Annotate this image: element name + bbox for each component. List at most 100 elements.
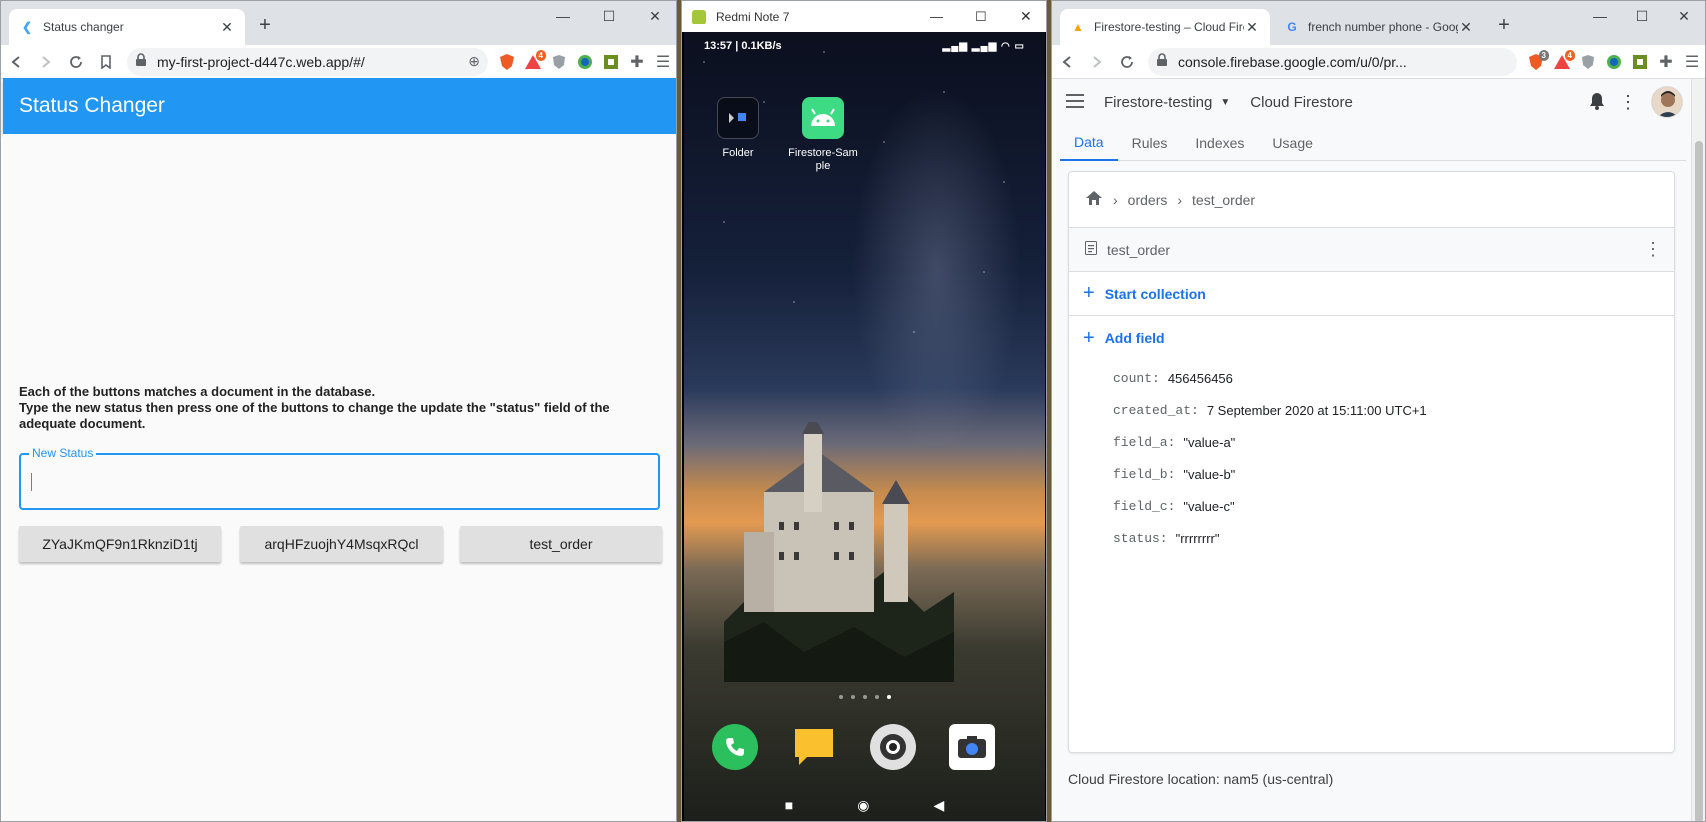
tab-indexes[interactable]: Indexes: [1181, 125, 1258, 161]
new-tab-button[interactable]: +: [253, 13, 277, 37]
brave-rewards-icon[interactable]: 4: [520, 49, 546, 75]
back-icon[interactable]: [1052, 47, 1082, 77]
forward-icon[interactable]: [31, 47, 61, 77]
firestore-data-panel: › orders › test_order test_order ⋮ + Sta…: [1068, 171, 1675, 753]
menu-icon[interactable]: ☰: [650, 49, 676, 75]
notes-icon[interactable]: [791, 724, 837, 770]
brave-rewards-icon[interactable]: 4: [1549, 49, 1575, 75]
doc-button-arqHFzuojhY4MsqxRQcl[interactable]: arqHFzuojhY4MsqxRQcl: [240, 526, 443, 562]
document-fields: count: 456456456 created_at: 7 September 2…: [1069, 360, 1674, 554]
puzzle-extensions-icon[interactable]: ✚: [1653, 49, 1679, 75]
minimize-button[interactable]: —: [1586, 5, 1614, 27]
brave-shield-icon[interactable]: [494, 49, 520, 75]
privacy-shield-extension-icon[interactable]: [1575, 49, 1601, 75]
forward-icon[interactable]: [1082, 47, 1112, 77]
page-dot: [850, 695, 855, 699]
rewards-badge: 4: [1564, 49, 1575, 61]
field-key: status:: [1113, 530, 1168, 546]
minimize-button[interactable]: —: [930, 9, 943, 24]
phone-icon[interactable]: [712, 724, 758, 770]
tab-status-changer[interactable]: ❮ Status changer ✕: [9, 9, 245, 45]
zoom-icon[interactable]: ⊕: [468, 53, 480, 70]
folder-app-icon[interactable]: Folder: [693, 97, 783, 159]
doc-button-ZYaJKmQF9n1RknziD1tj[interactable]: ZYaJKmQF9n1RknziD1tj: [19, 526, 221, 562]
close-tab-icon[interactable]: ✕: [219, 19, 235, 35]
privacy-shield-extension-icon[interactable]: [546, 49, 572, 75]
new-status-input[interactable]: [29, 465, 649, 497]
globe-extension-icon[interactable]: [572, 49, 598, 75]
menu-icon[interactable]: ☰: [1679, 49, 1705, 75]
back-icon[interactable]: [1, 47, 31, 77]
tab-rules[interactable]: Rules: [1118, 125, 1182, 161]
field-row-created-at[interactable]: created_at: 7 September 2020 at 15:11:00 …: [1113, 394, 1674, 426]
start-collection-label: Start collection: [1104, 285, 1206, 302]
tab-bar: ❮ Status changer ✕ + — ☐ ✕: [1, 1, 676, 45]
square-extension-icon[interactable]: [598, 49, 624, 75]
address-bar[interactable]: my-first-project-d447c.web.app/#/ ⊕: [127, 47, 488, 76]
home-icon[interactable]: ◉: [857, 797, 869, 814]
maximize-button[interactable]: ☐: [595, 5, 623, 27]
lock-icon: [1156, 53, 1170, 70]
home-icon[interactable]: [1085, 190, 1103, 209]
square-extension-icon[interactable]: [1627, 49, 1653, 75]
close-window-button[interactable]: ✕: [641, 5, 669, 27]
doc-button-test-order[interactable]: test_order: [460, 526, 662, 562]
firestore-sample-app-icon[interactable]: Firestore-Sam ple: [778, 97, 868, 173]
camera-lens-icon[interactable]: [870, 724, 916, 770]
field-row-status[interactable]: status: "rrrrrrrr": [1113, 522, 1674, 554]
chevron-right-icon: ›: [1177, 191, 1183, 208]
new-status-field[interactable]: New Status: [19, 446, 660, 510]
document-more-options-icon[interactable]: ⋮: [1644, 239, 1662, 260]
field-value: "value-a": [1183, 434, 1236, 450]
field-row-field-c[interactable]: field_c: "value-c": [1113, 490, 1674, 522]
field-row-count[interactable]: count: 456456456: [1113, 362, 1674, 394]
phone-screen[interactable]: 13:57 | 0.1KB/s ▂▄▆ ▂▄▆ ◠ ▭ Folder Fires…: [684, 32, 1045, 821]
field-value: 456456456: [1167, 370, 1233, 386]
new-tab-button[interactable]: +: [1492, 13, 1516, 37]
breadcrumb-test-order[interactable]: test_order: [1192, 192, 1255, 208]
tab-data[interactable]: Data: [1060, 125, 1118, 161]
add-field-button[interactable]: + Add field: [1069, 316, 1674, 360]
tab-google-search[interactable]: G french number phone - Googl ✕: [1274, 9, 1484, 45]
instructions: Each of the buttons matches a document i…: [19, 384, 659, 432]
breadcrumb-orders[interactable]: orders: [1128, 192, 1168, 208]
user-avatar[interactable]: [1651, 86, 1683, 118]
tab-usage[interactable]: Usage: [1258, 125, 1326, 161]
browser-toolbar: my-first-project-d447c.web.app/#/ ⊕ 4 ✚ …: [1, 45, 676, 79]
close-window-button[interactable]: ✕: [1020, 8, 1032, 25]
reload-icon[interactable]: [1112, 47, 1142, 77]
project-selector[interactable]: Firestore-testing ▼: [1104, 94, 1230, 111]
bookmark-icon[interactable]: [91, 47, 121, 77]
hamburger-menu-icon[interactable]: [1066, 93, 1086, 111]
close-tab-icon[interactable]: ✕: [1244, 19, 1260, 35]
project-name: Firestore-testing: [1104, 93, 1213, 111]
field-row-field-b[interactable]: field_b: "value-b": [1113, 458, 1674, 490]
address-bar[interactable]: console.firebase.google.com/u/0/pr...: [1148, 47, 1517, 76]
phone-window-titlebar: Redmi Note 7 — ☐ ✕: [682, 1, 1046, 32]
back-icon[interactable]: ◀: [933, 797, 944, 814]
minimize-button[interactable]: —: [549, 5, 577, 27]
phone-mirror-window: Redmi Note 7 — ☐ ✕ 13:57 | 0.1KB/s ▂▄▆ ▂…: [681, 0, 1047, 822]
puzzle-extensions-icon[interactable]: ✚: [624, 49, 650, 75]
phone-status-time: 13:57 | 0.1KB/s: [704, 40, 782, 52]
maximize-button[interactable]: ☐: [975, 9, 987, 25]
camera-icon[interactable]: [949, 724, 995, 770]
brave-shield-icon[interactable]: 3: [1523, 49, 1549, 75]
notifications-bell-icon[interactable]: [1589, 92, 1605, 113]
globe-extension-icon[interactable]: [1601, 49, 1627, 75]
vertical-scrollbar[interactable]: [1691, 79, 1705, 821]
field-row-field-a[interactable]: field_a: "value-a": [1113, 426, 1674, 458]
close-tab-icon[interactable]: ✕: [1458, 19, 1474, 35]
page-indicator: [684, 687, 1045, 702]
reload-icon[interactable]: [61, 47, 91, 77]
rewards-badge: 4: [535, 49, 546, 61]
scrollbar-thumb[interactable]: [1695, 141, 1703, 821]
folder-icon: [717, 97, 759, 139]
tab-firestore-testing[interactable]: ▲ Firestore-testing – Cloud Fires ✕: [1060, 9, 1270, 45]
close-window-button[interactable]: ✕: [1670, 5, 1698, 27]
more-options-icon[interactable]: ⋮: [1619, 92, 1637, 113]
recents-icon[interactable]: ■: [785, 797, 793, 813]
new-status-label: New Status: [29, 446, 97, 460]
maximize-button[interactable]: ☐: [1628, 5, 1656, 27]
start-collection-button[interactable]: + Start collection: [1069, 272, 1674, 316]
